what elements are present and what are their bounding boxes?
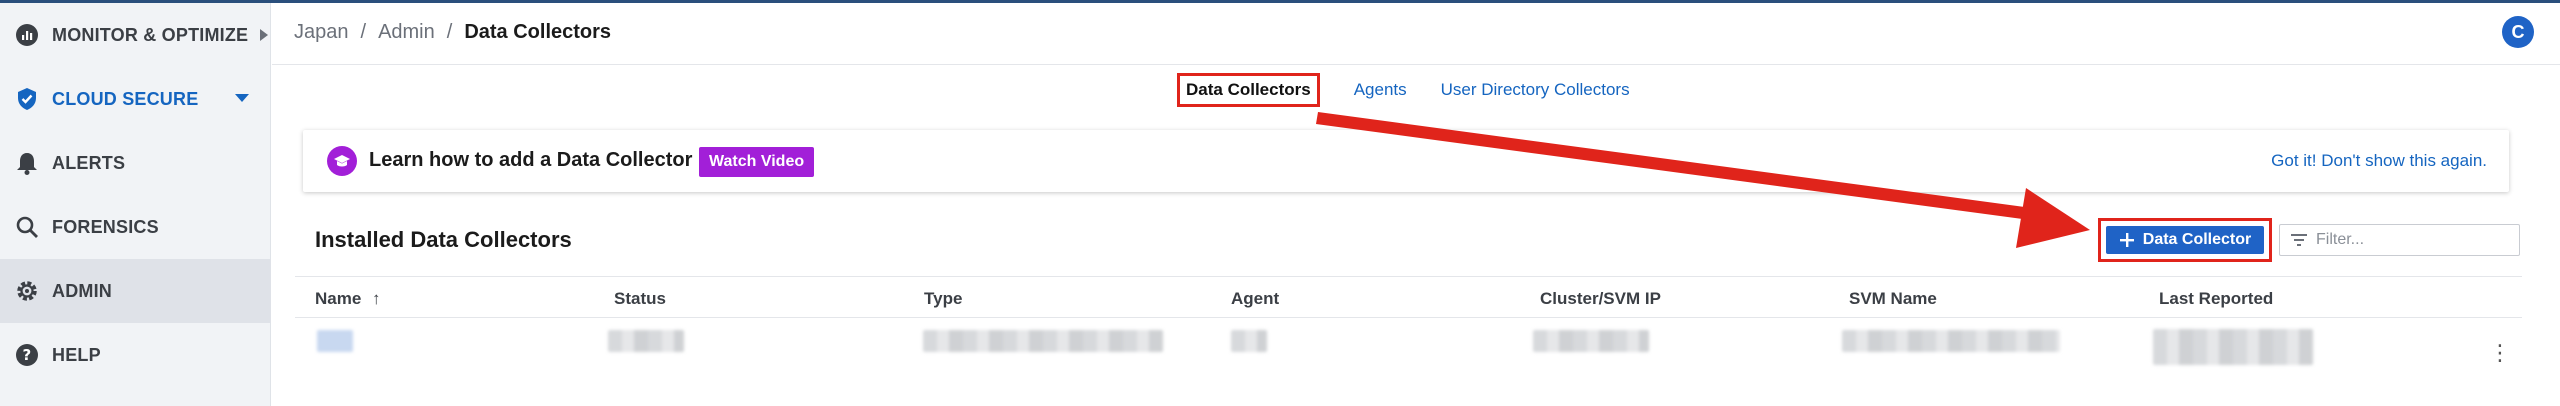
column-label: Name bbox=[315, 289, 362, 308]
filter-placeholder: Filter... bbox=[2316, 231, 2365, 248]
sidebar-item-forensics[interactable]: FORENSICS bbox=[0, 195, 271, 259]
gear-icon bbox=[14, 278, 40, 304]
column-header-type[interactable]: Type bbox=[924, 289, 962, 309]
sidebar: MONITOR & OPTIMIZE CLOUD SECURE ALERTS F… bbox=[0, 3, 271, 406]
filter-icon bbox=[2290, 233, 2308, 247]
column-header-agent[interactable]: Agent bbox=[1231, 289, 1279, 309]
add-button-label: Data Collector bbox=[2142, 231, 2252, 248]
assistant-button[interactable]: C bbox=[2502, 16, 2534, 48]
section-title: Installed Data Collectors bbox=[315, 227, 572, 252]
redacted-cell bbox=[317, 330, 353, 352]
sidebar-item-label: FORENSICS bbox=[52, 216, 159, 237]
redacted-cell bbox=[2153, 329, 2313, 365]
page-header: Japan / Admin / Data Collectors C bbox=[272, 3, 2560, 65]
column-header-svm-name[interactable]: SVM Name bbox=[1849, 289, 1937, 309]
breadcrumb-japan[interactable]: Japan bbox=[294, 21, 349, 44]
sort-arrow-icon: ↑ bbox=[372, 289, 381, 308]
sidebar-item-help[interactable]: ? HELP bbox=[0, 323, 271, 387]
graduation-cap-icon bbox=[327, 146, 357, 176]
sidebar-item-monitor-optimize[interactable]: MONITOR & OPTIMIZE bbox=[0, 3, 271, 67]
sidebar-item-admin[interactable]: ADMIN bbox=[0, 259, 271, 323]
svg-text:?: ? bbox=[23, 346, 32, 364]
tab-agents[interactable]: Agents bbox=[1354, 80, 1407, 100]
chevron-right-icon bbox=[258, 28, 270, 42]
chevron-down-icon[interactable] bbox=[234, 93, 250, 103]
breadcrumb: Japan / Admin / Data Collectors bbox=[294, 21, 611, 44]
redacted-cell bbox=[923, 330, 1163, 352]
search-icon bbox=[14, 214, 40, 240]
sidebar-item-label: ADMIN bbox=[52, 280, 112, 301]
plus-icon bbox=[2119, 232, 2135, 248]
sidebar-item-alerts[interactable]: ALERTS bbox=[0, 131, 271, 195]
sidebar-item-label: CLOUD SECURE bbox=[52, 88, 199, 109]
column-header-name[interactable]: Name ↑ bbox=[315, 289, 381, 309]
tab-user-directory-collectors[interactable]: User Directory Collectors bbox=[1441, 80, 1630, 100]
sidebar-item-label: MONITOR & OPTIMIZE bbox=[52, 24, 249, 45]
help-icon: ? bbox=[14, 342, 40, 368]
breadcrumb-admin[interactable]: Admin bbox=[378, 21, 435, 44]
redacted-cell bbox=[1533, 330, 1649, 352]
redacted-cell bbox=[608, 330, 684, 352]
banner-text: Learn how to add a Data Collector bbox=[369, 149, 693, 171]
sidebar-item-label: ALERTS bbox=[52, 152, 126, 173]
table-row[interactable] bbox=[295, 319, 2522, 369]
redacted-cell bbox=[1231, 330, 1267, 352]
column-header-status[interactable]: Status bbox=[614, 289, 666, 309]
breadcrumb-separator: / bbox=[446, 21, 453, 43]
watch-video-button[interactable]: Watch Video bbox=[699, 147, 815, 177]
chart-icon bbox=[14, 22, 40, 48]
filter-input[interactable]: Filter... bbox=[2279, 224, 2520, 256]
highlight-box: Data Collector bbox=[2098, 218, 2272, 262]
breadcrumb-separator: / bbox=[360, 21, 367, 43]
sidebar-item-cloud-secure[interactable]: CLOUD SECURE bbox=[0, 67, 271, 131]
dismiss-banner-link[interactable]: Got it! Don't show this again. bbox=[2271, 151, 2487, 171]
bell-icon bbox=[14, 150, 40, 176]
add-data-collector-button[interactable]: Data Collector bbox=[2106, 226, 2264, 254]
app-root: MONITOR & OPTIMIZE CLOUD SECURE ALERTS F… bbox=[0, 0, 2560, 406]
column-header-cluster-svm-ip[interactable]: Cluster/SVM IP bbox=[1540, 289, 1661, 309]
sidebar-item-label: HELP bbox=[52, 344, 101, 365]
tab-data-collectors[interactable]: Data Collectors bbox=[1177, 73, 1320, 107]
shield-icon bbox=[14, 86, 40, 112]
row-actions-icon[interactable]: ⋮ bbox=[2489, 340, 2511, 366]
page-title: Data Collectors bbox=[464, 21, 612, 43]
column-header-last-reported[interactable]: Last Reported bbox=[2159, 289, 2273, 309]
tab-bar: Data Collectors Agents User Directory Co… bbox=[1177, 70, 1664, 110]
redacted-cell bbox=[1842, 330, 2060, 352]
learn-banner: Learn how to add a Data Collector Watch … bbox=[303, 130, 2509, 192]
table-header: Name ↑ Status Type Agent Cluster/SVM IP … bbox=[295, 276, 2522, 318]
